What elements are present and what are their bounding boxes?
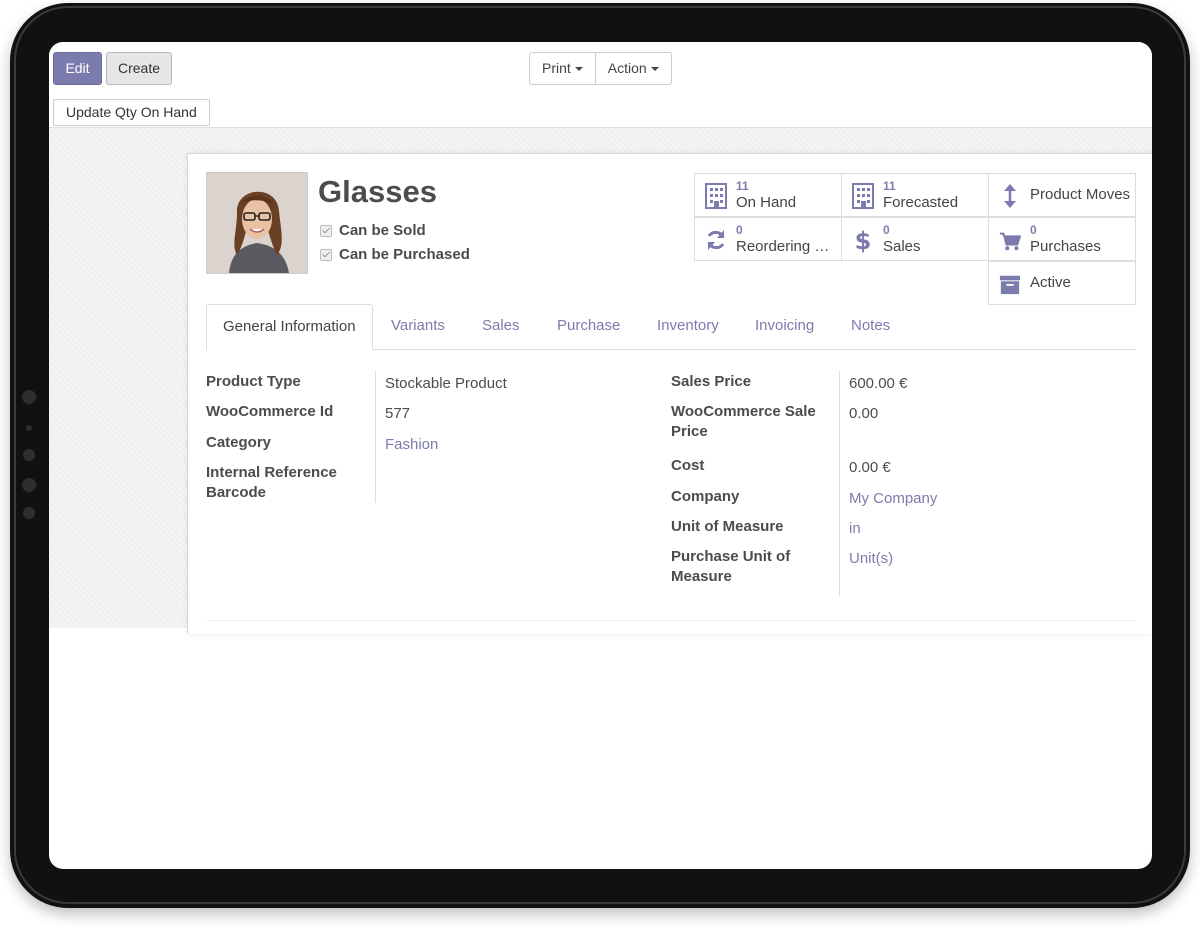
woocommerce-id-value[interactable]: 577 bbox=[385, 404, 410, 424]
sales-price-label: Sales Price bbox=[671, 373, 752, 390]
tab-general-information[interactable]: General Information bbox=[206, 304, 373, 350]
woocommerce-sale-price-value[interactable]: 0.00 bbox=[849, 404, 878, 424]
sales-count: 0 bbox=[883, 223, 890, 237]
woocommerce-sale-price-label-line1: WooCommerce Sale bbox=[671, 403, 816, 420]
notebook-tabs: General Information Variants Sales Purch… bbox=[206, 304, 1136, 350]
company-link[interactable]: My Company bbox=[849, 489, 937, 509]
product-moves-label: Product Moves bbox=[1030, 186, 1131, 203]
building-icon bbox=[852, 183, 874, 209]
tab-notes[interactable]: Notes bbox=[851, 304, 890, 349]
edit-button[interactable]: Edit bbox=[53, 52, 102, 85]
can-be-purchased-checkbox[interactable]: Can be Purchased bbox=[320, 246, 470, 263]
sales-button[interactable]: $ 0 Sales bbox=[841, 217, 989, 261]
purchase-uom-label-line2: Measure bbox=[671, 568, 732, 585]
archive-icon bbox=[999, 275, 1021, 295]
woocommerce-id-label: WooCommerce Id bbox=[206, 403, 334, 420]
reordering-rules-button[interactable]: 0 Reordering R... bbox=[694, 217, 842, 261]
category-link[interactable]: Fashion bbox=[385, 435, 438, 455]
create-button[interactable]: Create bbox=[106, 52, 172, 85]
forecasted-button[interactable]: 11 Forecasted bbox=[841, 173, 989, 217]
product-title: Glasses bbox=[318, 174, 437, 209]
cost-value[interactable]: 0.00 € bbox=[849, 458, 891, 478]
category-label: Category bbox=[206, 434, 272, 451]
sidebar-button-group: Print Action bbox=[529, 52, 672, 85]
sensor-dot bbox=[23, 507, 35, 519]
update-qty-button[interactable]: Update Qty On Hand bbox=[53, 99, 210, 126]
caret-down-icon bbox=[650, 67, 659, 72]
building-icon bbox=[705, 183, 727, 209]
reordering-count: 0 bbox=[736, 223, 743, 237]
on-hand-button[interactable]: 11 On Hand bbox=[694, 173, 842, 217]
dollar-icon: $ bbox=[855, 227, 872, 253]
print-dropdown[interactable]: Print bbox=[530, 53, 595, 84]
company-label: Company bbox=[671, 488, 740, 505]
svg-text:$: $ bbox=[855, 227, 872, 253]
on-hand-count: 11 bbox=[736, 179, 749, 193]
woocommerce-sale-price-label-line2: Price bbox=[671, 423, 708, 440]
forecasted-label: Forecasted bbox=[883, 194, 959, 211]
product-photo bbox=[207, 173, 307, 273]
internal-reference-label: Internal Reference bbox=[206, 464, 337, 481]
can-be-purchased-label: Can be Purchased bbox=[339, 246, 470, 263]
tab-variants[interactable]: Variants bbox=[391, 304, 445, 349]
reordering-label: Reordering R... bbox=[736, 238, 836, 255]
tab-sales[interactable]: Sales bbox=[482, 304, 520, 349]
sensor-dot bbox=[26, 425, 32, 431]
purchases-count: 0 bbox=[1030, 223, 1037, 237]
purchase-uom-label-line1: Purchase Unit of bbox=[671, 548, 791, 565]
sensor-dot bbox=[23, 449, 35, 461]
field-separator bbox=[375, 371, 376, 503]
action-dropdown[interactable]: Action bbox=[594, 53, 671, 84]
field-separator bbox=[839, 371, 840, 596]
unit-of-measure-link[interactable]: in bbox=[849, 519, 861, 539]
tab-inventory[interactable]: Inventory bbox=[657, 304, 719, 349]
active-label: Active bbox=[1030, 274, 1071, 291]
camera-dot bbox=[22, 390, 36, 404]
control-panel: Edit Create Print Action bbox=[49, 42, 1152, 98]
product-image[interactable] bbox=[206, 172, 308, 274]
can-be-sold-checkbox[interactable]: Can be Sold bbox=[320, 222, 426, 239]
cost-label: Cost bbox=[671, 457, 705, 474]
active-toggle-button[interactable]: Active bbox=[988, 261, 1136, 305]
unit-of-measure-label: Unit of Measure bbox=[671, 518, 784, 535]
product-moves-button[interactable]: Product Moves bbox=[988, 173, 1136, 217]
purchase-uom-link[interactable]: Unit(s) bbox=[849, 549, 893, 569]
sales-label: Sales bbox=[883, 238, 921, 255]
checkbox-icon bbox=[320, 249, 332, 262]
purchases-button[interactable]: 0 Purchases bbox=[988, 217, 1136, 261]
refresh-icon bbox=[707, 230, 725, 250]
tab-purchase[interactable]: Purchase bbox=[557, 304, 620, 349]
print-label: Print bbox=[542, 60, 571, 76]
product-type-value[interactable]: Stockable Product bbox=[385, 374, 507, 394]
form-statusbar: Update Qty On Hand bbox=[49, 97, 1152, 128]
barcode-label: Barcode bbox=[206, 484, 267, 501]
caret-down-icon bbox=[574, 67, 583, 72]
tab-invoicing[interactable]: Invoicing bbox=[755, 304, 814, 349]
forecasted-count: 11 bbox=[883, 179, 896, 193]
purchases-label: Purchases bbox=[1030, 238, 1101, 255]
bottom-divider bbox=[206, 620, 1136, 621]
app-screen: Edit Create Print Action Update Qty On H… bbox=[49, 42, 1152, 869]
cart-icon bbox=[999, 232, 1021, 251]
product-type-label: Product Type bbox=[206, 373, 301, 390]
sensor-dot bbox=[22, 478, 36, 492]
sales-price-value[interactable]: 600.00 € bbox=[849, 374, 907, 394]
vertical-arrows-icon bbox=[1004, 184, 1016, 208]
on-hand-label: On Hand bbox=[736, 194, 797, 211]
action-label: Action bbox=[607, 60, 647, 76]
checkbox-icon bbox=[320, 225, 332, 238]
form-sheet: Glasses Can be Sold Can be Purchased 11 … bbox=[187, 153, 1152, 634]
can-be-sold-label: Can be Sold bbox=[339, 222, 426, 239]
